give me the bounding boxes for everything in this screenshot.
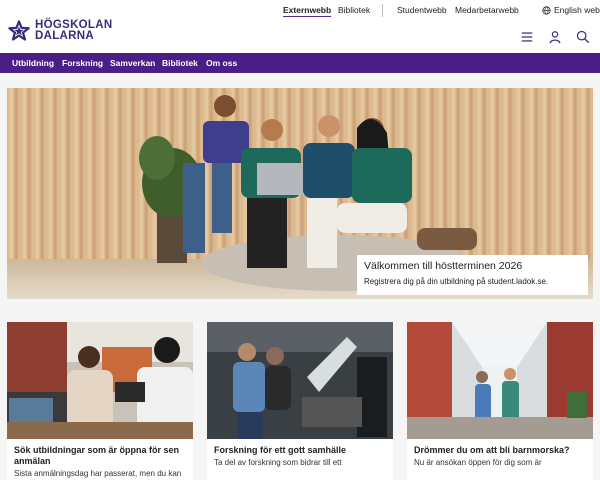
menu-icon[interactable] [520, 30, 534, 44]
card-text: Nu är ansökan öppen för dig som är [414, 458, 542, 467]
nav-item-forskning[interactable]: Forskning [62, 58, 103, 68]
news-card[interactable]: Sök utbildningar som är öppna för sen an… [7, 322, 193, 480]
star-logo-icon [8, 20, 30, 41]
site-header: HÖGSKOLAN DALARNA Externwebb Bibliotek S… [0, 0, 600, 53]
hero-subtitle: Registrera dig på din utbildning på stud… [364, 277, 549, 286]
nav-item-utbildning[interactable]: Utbildning [12, 58, 54, 68]
toplink-bibliotek[interactable]: Bibliotek [338, 5, 370, 15]
logo-wordmark: HÖGSKOLAN DALARNA [35, 19, 112, 42]
university-logo[interactable]: HÖGSKOLAN DALARNA [8, 19, 112, 42]
news-card[interactable]: Drömmer du om att bli barnmorska? Nu är … [407, 322, 593, 480]
card-text: Ta del av forskning som bidrar till ett [214, 458, 342, 467]
globe-icon [542, 5, 551, 15]
header-actions [506, 30, 590, 44]
nav-item-samverkan[interactable]: Samverkan [110, 58, 155, 68]
toplink-studentwebb[interactable]: Studentwebb [397, 5, 447, 15]
user-icon[interactable] [548, 30, 562, 44]
hero-title: Välkommen till höstterminen 2026 [364, 260, 523, 272]
card-image-hospital-corridor [407, 322, 593, 439]
nav-item-bibliotek[interactable]: Bibliotek [162, 58, 198, 68]
logo-line-2: DALARNA [35, 30, 94, 42]
card-title: Sök utbildningar som är öppna för sen an… [14, 445, 180, 466]
card-title: Drömmer du om att bli barnmorska? [414, 445, 570, 455]
hero-caption[interactable]: Välkommen till höstterminen 2026 Registr… [357, 255, 588, 295]
card-text: Sista anmälningsdag har passerat, men du… [14, 469, 182, 478]
language-link[interactable]: English web [542, 5, 600, 15]
search-icon[interactable] [576, 30, 590, 44]
toplink-medarbetarwebb[interactable]: Medarbetarwebb [455, 5, 519, 15]
toplinks-divider [382, 4, 383, 17]
language-label: English web [554, 5, 600, 15]
news-card[interactable]: Forskning för ett gott samhälle Ta del a… [207, 322, 393, 480]
card-title: Forskning för ett gott samhälle [214, 445, 347, 455]
toplink-externwebb[interactable]: Externwebb [283, 5, 332, 17]
main-nav: Utbildning Forskning Samverkan Bibliotek… [0, 53, 600, 73]
nav-item-om-oss[interactable]: Om oss [206, 58, 237, 68]
card-image-students-laptop [7, 322, 193, 439]
top-links: Externwebb Bibliotek Studentwebb Medarbe… [0, 4, 600, 19]
card-image-research-lab [207, 322, 393, 439]
